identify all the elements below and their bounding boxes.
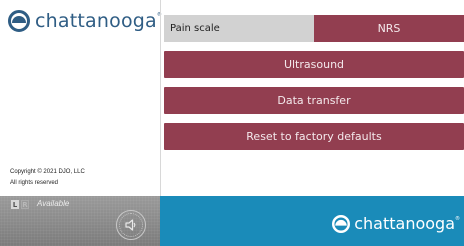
chattanooga-logo-icon: [8, 10, 30, 32]
copyright-notice: Copyright © 2021 DJO, LLC All rights res…: [10, 167, 85, 189]
pain-scale-selector[interactable]: NRS: [314, 15, 464, 42]
pain-scale-label: Pain scale: [164, 15, 314, 42]
channel-status-text: Available: [37, 199, 70, 208]
brand-logo: chattanooga ®: [8, 10, 162, 32]
ultrasound-button[interactable]: Ultrasound: [164, 51, 464, 78]
footer-trademark-mark: ®: [455, 216, 460, 222]
brand-name: chattanooga: [35, 10, 157, 32]
channel-r-indicator[interactable]: R: [21, 200, 29, 209]
settings-screen: chattanooga ® Copyright © 2021 DJO, LLC …: [0, 0, 464, 246]
left-panel: chattanooga ® Copyright © 2021 DJO, LLC …: [0, 0, 162, 196]
brand-footer: chattanooga ®: [160, 196, 464, 246]
copyright-text: Copyright © 2021 DJO, LLC: [10, 169, 85, 175]
chattanooga-logo-icon: [332, 214, 351, 233]
channel-status-panel: L R Available: [0, 196, 160, 246]
reset-factory-defaults-button[interactable]: Reset to factory defaults: [164, 123, 464, 150]
sound-button[interactable]: [116, 210, 146, 240]
panel-divider: [160, 0, 161, 196]
rights-text: All rights reserved: [10, 180, 59, 186]
speaker-muted-icon: [125, 219, 136, 231]
footer-brand-name: chattanooga: [354, 214, 455, 233]
channel-l-indicator[interactable]: L: [11, 200, 19, 209]
footer-logo: chattanooga ®: [332, 214, 460, 233]
data-transfer-button[interactable]: Data transfer: [164, 87, 464, 114]
pain-scale-row: Pain scale NRS: [164, 15, 464, 42]
